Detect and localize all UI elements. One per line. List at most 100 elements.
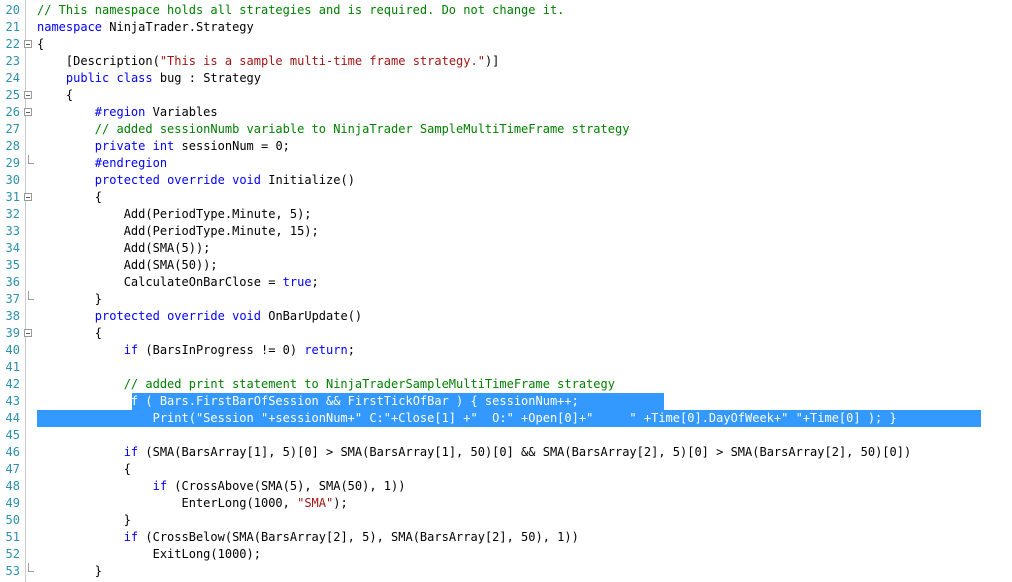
code-text[interactable]: Print("Session "+sessionNum+" C:"+Close[… <box>37 410 897 427</box>
code-text[interactable]: [Description("This is a sample multi-tim… <box>37 53 500 70</box>
line-number: 52 <box>5 547 20 561</box>
code-line[interactable]: 52 ExitLong(1000); <box>0 546 1012 563</box>
code-line[interactable]: 50 } <box>0 512 1012 529</box>
code-text[interactable]: #endregion <box>37 155 167 172</box>
code-line[interactable]: 42 // added print statement to NinjaTrad… <box>0 376 1012 393</box>
code-text[interactable]: Add(SMA(50)); <box>37 257 218 274</box>
line-number: 25 <box>5 88 20 102</box>
fold-toggle-icon[interactable] <box>24 193 32 201</box>
code-text[interactable]: EnterLong(1000, "SMA"); <box>37 495 348 512</box>
code-text[interactable]: Add(SMA(5)); <box>37 240 211 257</box>
code-text[interactable]: { <box>37 325 102 342</box>
code-line[interactable]: 44 Print("Session "+sessionNum+" C:"+Clo… <box>0 410 1012 427</box>
code-line[interactable]: 30 protected override void Initialize() <box>0 172 1012 189</box>
code-token: CalculateOnBarClose = <box>37 275 283 289</box>
code-text[interactable]: private int sessionNum = 0; <box>37 138 290 155</box>
code-line[interactable]: 35 Add(SMA(50)); <box>0 257 1012 274</box>
code-text[interactable]: // added sessionNumb variable to NinjaTr… <box>37 121 630 138</box>
code-token: ExitLong(1000); <box>37 547 261 561</box>
code-token: true <box>282 275 312 289</box>
code-text[interactable]: } <box>37 291 102 308</box>
code-line[interactable]: 29 #endregion <box>0 155 1012 172</box>
code-text[interactable]: public class bug : Strategy <box>37 70 261 87</box>
code-token: "This is a sample multi-time frame strat… <box>159 54 485 68</box>
code-token: int <box>152 139 175 153</box>
code-line[interactable]: 21 namespace NinjaTrader.Strategy <box>0 19 1012 36</box>
code-editor[interactable]: 20 // This namespace holds all strategies… <box>0 0 1012 582</box>
code-line[interactable]: 48 if (CrossAbove(SMA(5), SMA(50), 1)) <box>0 478 1012 495</box>
fold-end-marker-icon <box>28 563 34 572</box>
code-line[interactable]: 33 Add(PeriodType.Minute, 15); <box>0 223 1012 240</box>
line-number: 30 <box>5 173 20 187</box>
code-text[interactable]: #region Variables <box>37 104 218 121</box>
code-text[interactable]: namespace NinjaTrader.Strategy <box>37 19 254 36</box>
code-token: OnBarUpdate() <box>261 309 363 323</box>
code-line[interactable]: 39 { <box>0 325 1012 342</box>
code-token: ); <box>333 496 348 510</box>
line-number: 51 <box>5 530 20 544</box>
code-text[interactable]: } <box>37 563 102 580</box>
code-line[interactable]: 37 } <box>0 291 1012 308</box>
line-number: 32 <box>5 207 20 221</box>
code-text[interactable]: ExitLong(1000); <box>37 546 261 563</box>
code-text[interactable]: if (BarsInProgress != 0) return; <box>37 342 355 359</box>
code-line[interactable]: 26 #region Variables <box>0 104 1012 121</box>
code-line[interactable]: 51 if (CrossBelow(SMA(BarsArray[2], 5), … <box>0 529 1012 546</box>
code-line[interactable]: 38 protected override void OnBarUpdate() <box>0 308 1012 325</box>
code-text[interactable]: if (CrossBelow(SMA(BarsArray[2], 5), SMA… <box>37 529 579 546</box>
code-token: (CrossBelow(SMA(BarsArray[2], 5), SMA(Ba… <box>138 530 579 544</box>
code-line[interactable]: 45 <box>0 427 1012 444</box>
fold-toggle-icon[interactable] <box>24 40 32 48</box>
code-text[interactable]: } <box>37 512 131 529</box>
code-line[interactable]: 49 EnterLong(1000, "SMA"); <box>0 495 1012 512</box>
code-token: Add(SMA(50)); <box>37 258 218 272</box>
code-line[interactable]: 47 { <box>0 461 1012 478</box>
code-line[interactable]: 32 Add(PeriodType.Minute, 5); <box>0 206 1012 223</box>
code-line[interactable]: 34 Add(SMA(5)); <box>0 240 1012 257</box>
line-number: 37 <box>5 292 20 306</box>
code-token: } <box>37 292 103 306</box>
fold-toggle-icon[interactable] <box>24 329 32 337</box>
code-line[interactable]: 40 if (BarsInProgress != 0) return; <box>0 342 1012 359</box>
code-text[interactable]: { <box>37 87 73 104</box>
code-text[interactable]: CalculateOnBarClose = true; <box>37 274 319 291</box>
code-text[interactable]: // This namespace holds all strategies a… <box>37 2 564 19</box>
code-token: #region <box>94 105 146 119</box>
code-text[interactable]: { <box>37 189 102 206</box>
code-token: (CrossAbove(SMA(5), SMA(50), 1)) <box>167 479 406 493</box>
code-token: override <box>167 309 225 323</box>
code-line[interactable]: 31 { <box>0 189 1012 206</box>
code-token: Add(SMA(5)); <box>37 241 211 255</box>
code-text[interactable]: protected override void Initialize() <box>37 172 355 189</box>
code-text[interactable]: if (CrossAbove(SMA(5), SMA(50), 1)) <box>37 478 406 495</box>
code-line[interactable]: 43 if ( Bars.FirstBarOfSession && FirstT… <box>0 393 1012 410</box>
code-text[interactable]: { <box>37 461 131 478</box>
code-text[interactable]: Add(PeriodType.Minute, 5); <box>37 206 312 223</box>
code-text[interactable]: if ( Bars.FirstBarOfSession && FirstTick… <box>37 393 579 410</box>
code-line[interactable]: 25 { <box>0 87 1012 104</box>
code-token: ; <box>311 275 319 289</box>
code-line[interactable]: 27 // added sessionNumb variable to Ninj… <box>0 121 1012 138</box>
code-line[interactable]: 20 // This namespace holds all strategies… <box>0 2 1012 19</box>
code-text[interactable]: if (SMA(BarsArray[1], 5)[0] > SMA(BarsAr… <box>37 444 912 461</box>
fold-toggle-icon[interactable] <box>24 91 32 99</box>
code-token: Initialize() <box>261 173 355 187</box>
code-text[interactable]: protected override void OnBarUpdate() <box>37 308 362 325</box>
code-token: (SMA(BarsArray[1], 5)[0] > SMA(BarsArray… <box>138 445 912 459</box>
code-text[interactable]: { <box>37 36 44 53</box>
fold-toggle-icon[interactable] <box>24 108 32 116</box>
code-line[interactable]: 28 private int sessionNum = 0; <box>0 138 1012 155</box>
line-number: 53 <box>5 564 20 578</box>
code-line[interactable]: 23 [Description("This is a sample multi-… <box>0 53 1012 70</box>
code-line[interactable]: 22 { <box>0 36 1012 53</box>
code-line[interactable]: 46 if (SMA(BarsArray[1], 5)[0] > SMA(Bar… <box>0 444 1012 461</box>
code-line[interactable]: 36 CalculateOnBarClose = true; <box>0 274 1012 291</box>
code-line[interactable]: 24 public class bug : Strategy <box>0 70 1012 87</box>
code-text[interactable]: Add(PeriodType.Minute, 15); <box>37 223 319 240</box>
code-line[interactable]: 53 } <box>0 563 1012 580</box>
code-line[interactable]: 41 <box>0 359 1012 376</box>
code-text[interactable]: // added print statement to NinjaTraderS… <box>37 376 615 393</box>
